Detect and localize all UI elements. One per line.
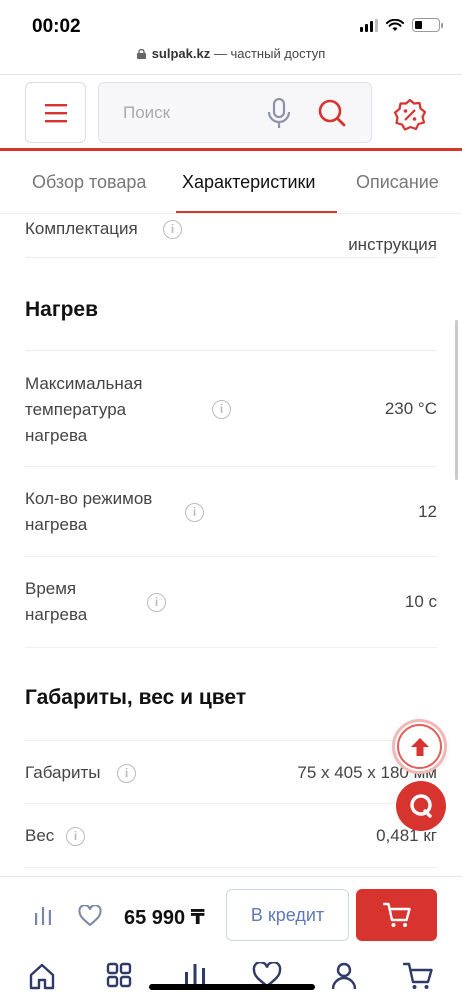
chat-icon — [410, 794, 432, 818]
tab-specifications[interactable]: Характеристики — [182, 172, 315, 193]
specs-content: Комплектация i инструкция Нагрев Максима… — [0, 214, 462, 876]
spec-row-modes: Кол-во режимов нагрева i 12 — [25, 467, 437, 557]
spec-label: Время нагрева — [25, 579, 88, 624]
mic-icon[interactable] — [267, 98, 291, 130]
spec-label: Габариты — [25, 763, 101, 782]
add-to-cart-button[interactable] — [356, 889, 437, 941]
lock-icon — [136, 49, 146, 59]
compare-icon[interactable] — [34, 905, 52, 925]
tab-description[interactable]: Описание — [356, 172, 439, 193]
spec-row-weight: Вес i 0,481 кг — [25, 804, 437, 868]
spec-row-dimensions: Габариты i 75 x 405 x 180 мм — [25, 740, 437, 804]
search-box[interactable] — [98, 82, 372, 143]
scrollbar[interactable] — [455, 320, 458, 480]
info-icon[interactable]: i — [212, 400, 231, 419]
section-title-dimensions: Габариты, вес и цвет — [25, 686, 247, 709]
url-private-label: — частный доступ — [210, 46, 326, 61]
header-divider — [0, 148, 462, 151]
url-domain: sulpak.kz — [151, 46, 211, 61]
status-time: 00:02 — [32, 16, 81, 37]
site-header — [0, 74, 462, 152]
status-icons — [360, 18, 443, 32]
search-icon[interactable] — [317, 98, 347, 128]
spec-value: инструкция — [348, 235, 437, 254]
spec-value: 12 — [418, 502, 437, 521]
status-bar: 00:02 — [0, 0, 462, 44]
info-icon[interactable]: i — [66, 827, 85, 846]
buy-bar: 65 990 ₸ В кредит — [0, 876, 462, 954]
cart-icon[interactable] — [403, 962, 433, 990]
spec-label: Комплектация — [25, 219, 138, 238]
spec-label: Вес — [25, 826, 55, 845]
info-icon[interactable]: i — [117, 764, 136, 783]
spec-row-kit: Комплектация i инструкция — [25, 214, 437, 258]
tab-overview[interactable]: Обзор товара — [32, 172, 146, 193]
heart-icon[interactable] — [78, 905, 102, 926]
spec-value: 10 с — [404, 592, 437, 611]
home-indicator — [149, 984, 315, 990]
spec-label: Максимальная температура нагрева — [25, 374, 143, 445]
spec-row-heat-time: Время нагрева i 10 с — [25, 557, 437, 648]
arrow-up-icon — [410, 737, 429, 756]
search-input[interactable] — [123, 103, 263, 123]
info-icon[interactable]: i — [185, 503, 204, 522]
product-price: 65 990 ₸ — [124, 907, 205, 929]
bottom-nav — [0, 954, 462, 1000]
credit-button[interactable]: В кредит — [226, 889, 349, 941]
section-title-heating: Нагрев — [25, 298, 99, 321]
signal-icon — [360, 18, 378, 32]
url-bar[interactable]: sulpak.kz — частный доступ — [0, 46, 462, 61]
spec-label: Кол-во режимов нагрева — [25, 489, 153, 534]
home-icon[interactable] — [28, 962, 56, 990]
profile-icon[interactable] — [331, 962, 357, 990]
wifi-icon — [386, 18, 404, 31]
spec-value: 230 °C — [384, 399, 437, 418]
battery-icon — [412, 18, 443, 32]
chat-button[interactable] — [396, 781, 446, 831]
scroll-to-top-button[interactable] — [392, 719, 447, 774]
spec-row-max-temp: Максимальная температура нагрева i 230 °… — [25, 350, 437, 467]
info-icon[interactable]: i — [163, 220, 182, 239]
menu-icon — [44, 103, 67, 122]
product-tabs: Обзор товара Характеристики Описание — [0, 152, 462, 214]
menu-button[interactable] — [25, 82, 86, 143]
catalog-icon[interactable] — [106, 962, 132, 988]
discount-badge-icon[interactable] — [393, 98, 427, 132]
cart-icon — [382, 902, 411, 927]
info-icon[interactable]: i — [147, 593, 166, 612]
